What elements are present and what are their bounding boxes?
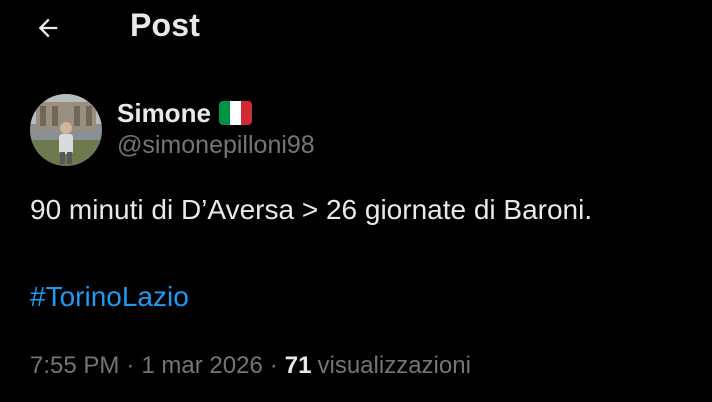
- arrow-left-icon: [38, 18, 58, 38]
- hashtag-link[interactable]: #TorinoLazio: [30, 281, 189, 313]
- post-author: Simone @simonepilloni98: [30, 94, 430, 168]
- user-handle[interactable]: @simonepilloni98: [117, 131, 315, 160]
- display-name[interactable]: Simone: [117, 98, 211, 129]
- italy-flag-icon: [218, 101, 252, 125]
- post-header: Post: [0, 0, 712, 56]
- display-name-row: Simone: [117, 97, 252, 129]
- post-meta: 7:55 PM · 1 mar 2026 · 71 visualizzazion…: [30, 352, 471, 380]
- meta-separator: ·: [269, 352, 278, 379]
- back-button[interactable]: [30, 10, 66, 46]
- meta-separator: ·: [126, 352, 135, 379]
- post-date[interactable]: 1 mar 2026: [141, 352, 262, 380]
- page-title: Post: [130, 7, 201, 43]
- post-time[interactable]: 7:55 PM: [30, 352, 119, 380]
- views-label: visualizzazioni: [317, 352, 471, 379]
- avatar[interactable]: [30, 94, 102, 166]
- avatar-image: [30, 94, 102, 166]
- post-text: 90 minuti di D’Aversa > 26 giornate di B…: [30, 194, 593, 225]
- views-count[interactable]: 71: [285, 352, 312, 380]
